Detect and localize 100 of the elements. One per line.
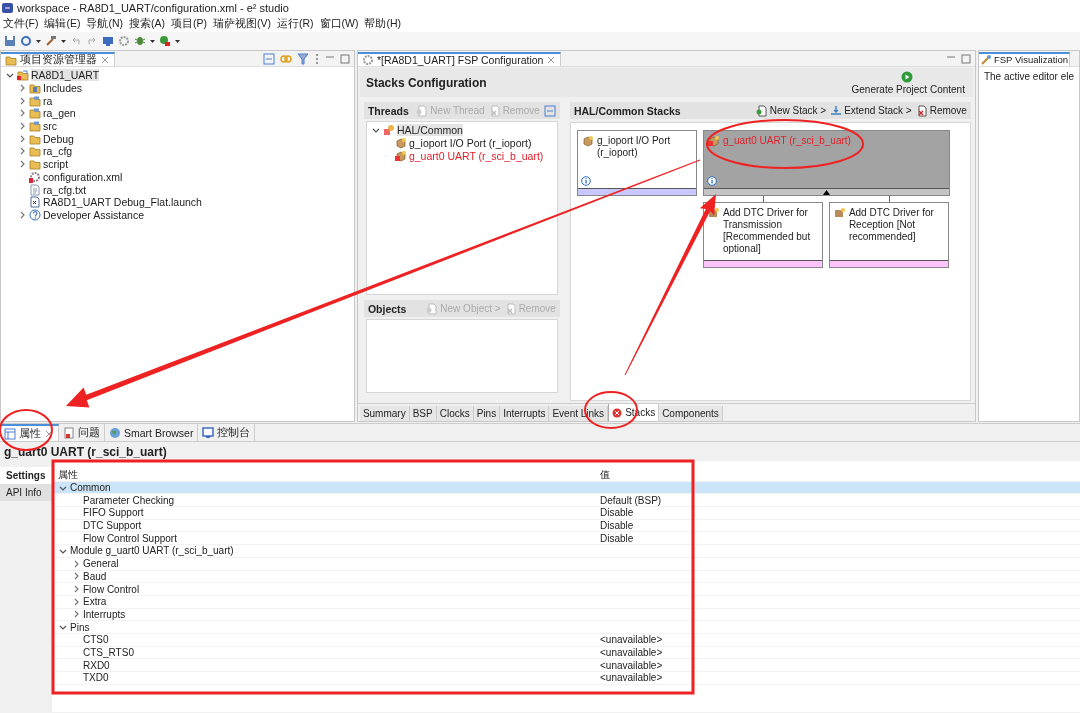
menu-item[interactable]: 运行(R) — [277, 17, 314, 31]
refresh-icon[interactable] — [20, 35, 32, 47]
window-title: workspace - RA8D1_UART/configuration.xml - e² studio — [17, 2, 289, 14]
tree-item[interactable]: ra_cfg — [43, 145, 73, 158]
run-icon[interactable] — [900, 70, 913, 83]
property-row[interactable]: DTC Support Disable — [52, 519, 1080, 533]
property-row[interactable]: Parameter Checking Default (BSP) — [52, 494, 1080, 508]
property-value: <unavailable> — [600, 646, 663, 658]
menu-item[interactable]: 导航(N) — [86, 17, 123, 31]
menu-item[interactable]: 帮助(H) — [364, 17, 402, 31]
page-tab[interactable]: Interrupts — [500, 406, 550, 421]
property-row[interactable]: Baud — [52, 570, 1080, 584]
tree-item[interactable]: g_ioport I/O Port (r_ioport) — [408, 137, 532, 150]
property-row[interactable]: RXD0 <unavailable> — [52, 659, 1080, 672]
maximize-icon[interactable] — [339, 53, 350, 64]
close-icon[interactable] — [44, 428, 54, 439]
property-row[interactable]: Interrupts — [52, 608, 1080, 622]
property-row[interactable]: Flow Control Support Disable — [52, 532, 1080, 546]
toolbar-action[interactable]: New Stack > — [755, 104, 827, 117]
filter-icon[interactable] — [296, 52, 309, 65]
property-row[interactable]: Extra — [52, 595, 1080, 609]
property-row[interactable]: FIFO Support Disable — [52, 507, 1080, 520]
tree-item[interactable]: RA8D1_UART Debug_Flat.launch — [43, 196, 202, 209]
close-icon[interactable] — [100, 54, 110, 65]
side-tab[interactable]: Settings — [0, 467, 52, 484]
view-tab[interactable]: 属性 — [0, 424, 59, 441]
menu-item[interactable]: 项目(P) — [171, 17, 207, 31]
up-triangle-icon[interactable] — [822, 189, 830, 195]
section-title: Threads — [367, 104, 409, 117]
tree-item[interactable]: configuration.xml — [43, 170, 123, 183]
menu-item[interactable]: 文件(F) — [3, 17, 39, 31]
page-tab[interactable]: Components — [659, 406, 723, 421]
property-row[interactable]: CTS_RTS0 <unavailable> — [52, 646, 1080, 660]
module-icon — [394, 137, 407, 150]
view-tab[interactable]: 项目资源管理器 — [1, 51, 115, 66]
generate-link[interactable]: Generate Project Content — [851, 83, 965, 95]
info-icon[interactable] — [580, 176, 591, 186]
menu-item[interactable]: 瑞萨视图(V) — [213, 17, 271, 31]
menu-item[interactable]: 搜索(A) — [129, 17, 165, 31]
module-card[interactable]: g_ioport I/O Port (r_ioport) — [576, 130, 697, 196]
tab-label: 项目资源管理器 — [20, 52, 97, 67]
property-row[interactable]: Flow Control — [52, 583, 1080, 596]
tree-item[interactable]: script — [43, 158, 69, 171]
property-name: Common — [70, 482, 111, 494]
tree-item[interactable]: Includes — [43, 82, 83, 95]
gear-file-icon — [29, 170, 41, 183]
driver-icon — [833, 207, 846, 219]
tree-item[interactable]: ra_cfg.txt — [43, 183, 87, 196]
save-icon[interactable] — [4, 35, 16, 47]
gear-icon[interactable] — [118, 35, 130, 47]
property-row[interactable]: TXD0 <unavailable> — [52, 672, 1080, 685]
page-tab[interactable]: Pins — [473, 406, 501, 421]
monitor-icon[interactable] — [102, 35, 114, 47]
tree-item[interactable]: ra_gen — [43, 107, 76, 120]
module-name: g_ioport I/O Port (r_ioport) — [596, 135, 672, 159]
property-value: Disable — [600, 520, 634, 532]
property-row[interactable]: Pins — [52, 621, 1080, 634]
section-title: Objects — [367, 302, 407, 315]
view-tab[interactable]: FSP Visualization — [978, 51, 1071, 66]
info-icon[interactable] — [706, 176, 717, 186]
dependency-card[interactable]: Add DTC Driver for Reception [Not recommended] — [828, 202, 949, 268]
hammer-icon[interactable] — [45, 35, 57, 47]
view-tab[interactable]: 问题 — [59, 424, 105, 441]
tree-item[interactable]: RA8D1_UART — [31, 69, 100, 82]
dropdown-caret-icon[interactable] — [36, 38, 41, 44]
view-tab[interactable]: Smart Browser — [105, 424, 199, 441]
tree-item[interactable]: Debug — [43, 132, 74, 145]
library-folder-icon — [29, 82, 41, 95]
bug-icon[interactable] — [134, 35, 146, 47]
dropdown-caret-icon[interactable] — [150, 38, 155, 44]
menu-item[interactable]: 编辑(E) — [44, 17, 81, 31]
tree-item[interactable]: Developer Assistance — [43, 208, 144, 221]
side-tab[interactable]: API Info — [0, 484, 52, 501]
property-name: Interrupts — [83, 608, 126, 620]
tree-item[interactable]: g_uart0 UART (r_sci_b_uart) — [408, 149, 544, 162]
property-row[interactable]: General — [52, 557, 1080, 571]
tree-item[interactable]: HAL/Common — [396, 124, 463, 137]
dropdown-caret-icon[interactable] — [175, 38, 180, 44]
view-tab[interactable]: 控制台 — [198, 424, 256, 441]
editor-tab[interactable]: *[RA8D1_UART] FSP Configuration — [357, 51, 562, 66]
tree-item[interactable]: src — [43, 120, 57, 133]
page-tab[interactable]: BSP — [409, 406, 437, 421]
page-tab[interactable]: Summary — [359, 406, 410, 421]
menu-icon[interactable] — [313, 52, 320, 65]
page-tab[interactable]: Clocks — [436, 406, 474, 421]
toolbar-action[interactable]: Remove — [915, 104, 967, 117]
menu-item[interactable]: 窗口(W) — [319, 17, 359, 31]
dependency-card[interactable]: Add DTC Driver for Transmission [Recommended but optional] — [702, 202, 823, 268]
property-name: CTS_RTS0 — [83, 646, 134, 658]
new-item-icon — [755, 104, 768, 117]
toolbar-action[interactable]: Extend Stack > — [830, 104, 912, 117]
problems-icon — [63, 426, 75, 439]
dropdown-caret-icon[interactable] — [61, 38, 66, 44]
tree-item[interactable]: ra — [43, 94, 53, 107]
maximize-icon[interactable] — [960, 53, 971, 64]
property-row[interactable]: Module g_uart0 UART (r_sci_b_uart) — [52, 545, 1080, 558]
property-row[interactable]: CTS0 <unavailable> — [52, 633, 1080, 647]
close-icon[interactable] — [546, 54, 557, 65]
property-value: Default (BSP) — [600, 494, 662, 506]
run-icon[interactable] — [159, 35, 171, 47]
